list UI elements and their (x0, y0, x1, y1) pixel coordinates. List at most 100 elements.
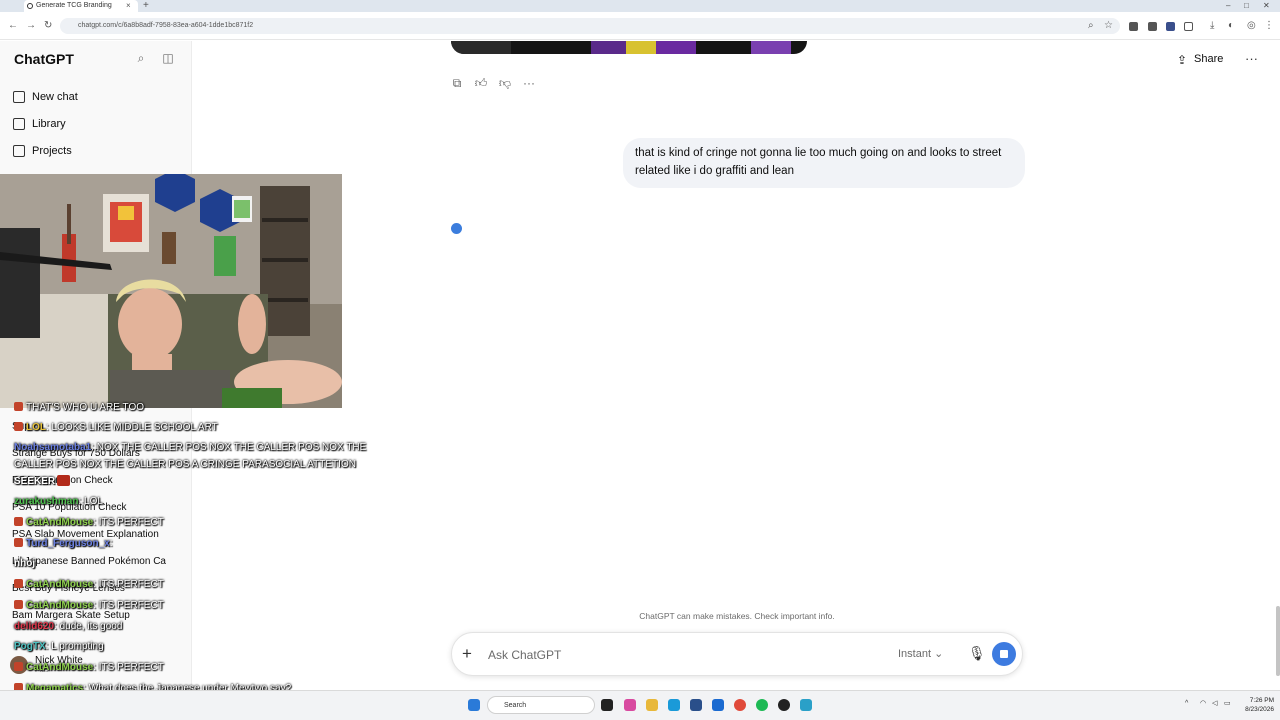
store-icon[interactable] (690, 699, 702, 711)
share-label: Share (1194, 53, 1224, 65)
spotify-icon[interactable] (756, 699, 768, 711)
scrollbar[interactable] (1276, 606, 1280, 676)
stream-chat-message: SEEKER (14, 475, 72, 488)
extension-icon[interactable] (1129, 22, 1138, 31)
sidebar-item-label: Library (32, 118, 66, 130)
bookmark-star-icon[interactable]: ☆ (1104, 20, 1113, 31)
chrome-icon[interactable] (734, 699, 746, 711)
chat-main: ⧉ 👍︎ 👎︎ ··· ⇪ Share ··· that is kind of … (193, 41, 1280, 690)
sidebar-item-projects[interactable]: Projects (8, 140, 184, 162)
chat-badge-icon (14, 662, 23, 671)
copilot-icon[interactable] (624, 699, 636, 711)
extension-icon[interactable] (1166, 22, 1175, 31)
new-tab-icon[interactable]: + (143, 0, 149, 12)
chat-badge-icon (14, 517, 23, 526)
chat-badge-icon (14, 579, 23, 588)
minimize-icon[interactable]: – (1226, 0, 1230, 12)
folder-icon (13, 145, 25, 157)
browser-toolbar: ← → ↻ chatgpt.com/c/6a8b8adf-7958-83ea-a… (0, 12, 1280, 40)
stream-chat-message: CatAndMouse: ITS PERFECT (14, 578, 164, 591)
start-icon[interactable] (468, 699, 480, 711)
clock-date: 8/23/2026 (1245, 706, 1274, 713)
share-icon: ⇪ (1177, 53, 1188, 67)
webcam-feed (0, 174, 342, 408)
more-actions-icon[interactable]: ··· (522, 76, 536, 90)
disclaimer: ChatGPT can make mistakes. Check importa… (639, 611, 835, 621)
chat-history-item[interactable]: Lil Japanese Banned Pokémon Ca (12, 556, 182, 567)
maximize-icon[interactable]: □ (1244, 0, 1249, 12)
clock-time: 7:26 PM (1249, 697, 1274, 704)
chat-badge-icon (14, 422, 23, 431)
user-message-bubble: that is kind of cringe not gonna lie too… (623, 138, 1025, 188)
back-icon[interactable]: ← (8, 20, 18, 31)
composer: + Instant ⌄ 🎙︎ (451, 632, 1023, 676)
stream-chat-message: Turd_Ferguson_x: (14, 537, 113, 550)
stream-chat-message: CALLER POS NOX THE CALLER POS A CRINGE P… (14, 459, 356, 470)
close-window-icon[interactable]: ✕ (1263, 0, 1270, 12)
extension-icon[interactable] (1148, 22, 1157, 31)
conversation-menu-icon[interactable]: ··· (1245, 51, 1258, 67)
battery-icon[interactable]: ▭ (1224, 700, 1232, 708)
close-tab-icon[interactable]: × (126, 0, 131, 12)
edit-icon (13, 91, 25, 103)
forward-icon[interactable]: → (26, 20, 36, 31)
sidebar-toggle-icon[interactable]: ◫ (161, 51, 175, 65)
user-message-text: that is kind of cringe not gonna lie too… (635, 147, 1002, 177)
add-attachment-icon[interactable]: + (462, 644, 472, 664)
chat-badge-icon (14, 600, 23, 609)
zoom-icon[interactable]: ⌕ (1088, 20, 1094, 31)
chat-badge-icon (14, 538, 23, 547)
stream-chat-message: PogTX: L prompting (14, 641, 104, 652)
browser-tab[interactable]: Generate TCG Branding (24, 0, 138, 12)
app-logo[interactable]: ChatGPT (14, 51, 74, 67)
wifi-icon[interactable]: ◠ (1200, 700, 1208, 708)
sidebar-item-new-chat[interactable]: New chat (8, 86, 184, 108)
stop-icon (1000, 650, 1008, 658)
copy-icon[interactable]: ⧉ (450, 76, 464, 90)
webcam-overlay (0, 174, 342, 408)
reload-icon[interactable]: ↻ (44, 20, 52, 31)
stream-chat-message: LOL: LOOKS LIKE MIDDLE SCHOOL ART (14, 421, 218, 434)
sidebar-item-library[interactable]: Library (8, 113, 184, 135)
thinking-indicator (451, 223, 462, 234)
volume-icon[interactable]: ◁ (1212, 700, 1220, 708)
browser-account-icon[interactable]: ◎ (1247, 20, 1256, 31)
thumbs-down-icon[interactable]: 👎︎ (498, 76, 512, 90)
notepad-icon[interactable] (800, 699, 812, 711)
prompt-input[interactable] (488, 646, 868, 664)
url-text: chatgpt.com/c/6a8b8adf-7958-83ea-a604-1d… (78, 22, 254, 29)
download-icon[interactable]: ⤓ (1210, 20, 1214, 31)
chat-badge-icon (14, 402, 23, 411)
thumbs-up-icon[interactable]: 👍︎ (474, 76, 488, 90)
mail-icon[interactable] (712, 699, 724, 711)
microphone-icon[interactable]: 🎙︎ (968, 645, 986, 662)
stop-generating-button[interactable] (992, 642, 1016, 666)
stream-chat-message: THAT'S WHO U ARE TOO (14, 401, 144, 414)
stream-chat-message: nhoj (14, 558, 36, 569)
stream-chat-message: CatAndMouse: ITS PERFECT (14, 661, 164, 674)
chevron-up-icon[interactable]: ^ (1185, 700, 1193, 708)
address-bar[interactable]: chatgpt.com/c/6a8b8adf-7958-83ea-a604-1d… (60, 18, 1120, 34)
library-icon (13, 118, 25, 130)
model-label: Instant (898, 648, 932, 660)
stream-chat-message: CatAndMouse: ITS PERFECT (14, 599, 164, 612)
system-clock[interactable]: 7:26 PM 8/23/2026 (1234, 696, 1274, 714)
taskbar-search-label: Search (504, 702, 527, 709)
generated-image[interactable] (451, 41, 807, 54)
model-selector[interactable]: Instant ⌄ (898, 647, 943, 660)
share-button[interactable]: ⇪ Share (1177, 51, 1223, 67)
sidebar-item-label: New chat (32, 91, 78, 103)
sidebar-item-label: Projects (32, 145, 72, 157)
browser-menu-icon[interactable]: ⋮ (1264, 20, 1274, 31)
obs-icon[interactable] (778, 699, 790, 711)
extensions-puzzle-icon[interactable] (1184, 22, 1193, 31)
taskbar-search[interactable]: Search (487, 696, 595, 714)
search-icon[interactable]: ⌕ (134, 51, 148, 65)
browser-tab-strip: Generate TCG Branding × + – □ ✕ (0, 0, 1280, 12)
stream-chat-message: Noahsamotaba1: NOX THE CALLER POS NOX TH… (14, 442, 367, 453)
edge-icon[interactable] (668, 699, 680, 711)
file-explorer-icon[interactable] (646, 699, 658, 711)
taskbar: Search ^ ◠ ◁ ▭ 7:26 PM 8/23/2026 (0, 690, 1280, 720)
profile-icon[interactable]: ◐ (1228, 20, 1234, 31)
task-view-icon[interactable] (601, 699, 613, 711)
